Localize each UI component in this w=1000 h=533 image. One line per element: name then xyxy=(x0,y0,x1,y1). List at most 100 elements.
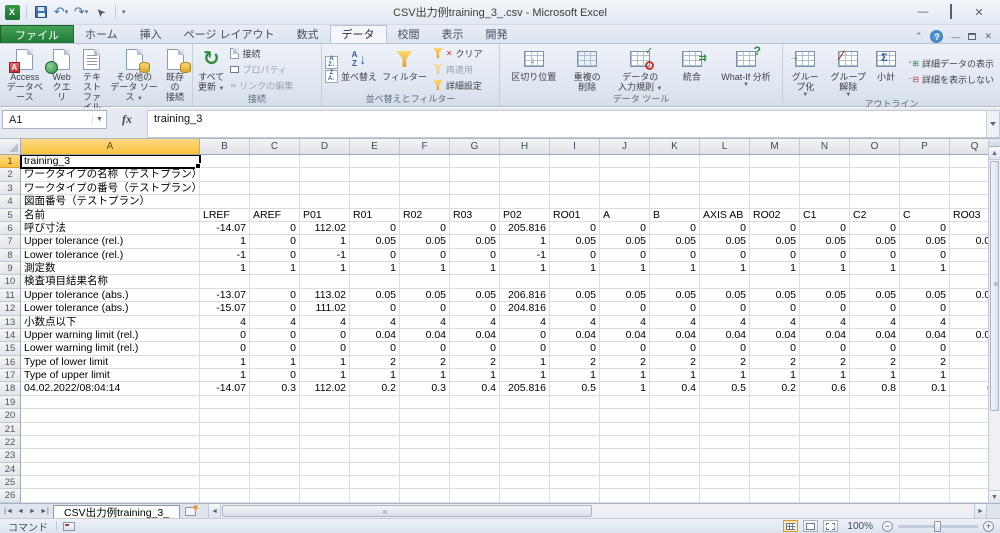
text-to-columns-button[interactable]: ↓ 区切り位置 xyxy=(509,45,558,93)
subtotal-button[interactable]: Σ 小計 xyxy=(872,45,900,98)
cell-P7[interactable]: 0.05 xyxy=(900,235,950,249)
cell-A14[interactable]: Upper warning limit (rel.) xyxy=(21,328,200,343)
cell-I8[interactable]: 0 xyxy=(550,248,600,262)
cell-B11[interactable]: -13.07 xyxy=(200,288,250,303)
cell-D3[interactable] xyxy=(300,181,350,196)
cell-H22[interactable] xyxy=(500,435,550,450)
cell-A26[interactable] xyxy=(21,489,200,503)
cell-C4[interactable] xyxy=(250,195,300,209)
cell-D25[interactable] xyxy=(300,476,350,490)
cell-B20[interactable] xyxy=(200,409,250,423)
cell-O12[interactable]: 0 xyxy=(850,302,900,316)
cell-E5[interactable]: R01 xyxy=(350,208,400,222)
row-header-17[interactable]: 17 xyxy=(0,369,21,383)
cell-I4[interactable] xyxy=(550,195,600,209)
cell-F11[interactable]: 0.05 xyxy=(400,288,450,303)
cell-N25[interactable] xyxy=(800,476,850,490)
cell-E20[interactable] xyxy=(350,409,400,423)
cell-G25[interactable] xyxy=(450,476,500,490)
consolidate-button[interactable]: ⇉ 統合 xyxy=(678,45,707,93)
cell-J5[interactable]: A xyxy=(600,208,650,222)
cell-O7[interactable]: 0.05 xyxy=(850,235,900,249)
cell-C25[interactable] xyxy=(250,476,300,490)
cell-G19[interactable] xyxy=(450,395,500,410)
insert-function-button[interactable]: fx xyxy=(122,112,132,127)
cell-A13[interactable]: 小数点以下 xyxy=(21,315,200,329)
cell-A23[interactable] xyxy=(21,449,200,463)
cell-P13[interactable]: 4 xyxy=(900,315,950,329)
cell-B15[interactable]: 0 xyxy=(200,342,250,356)
cell-P24[interactable] xyxy=(900,462,950,476)
cell-M9[interactable]: 1 xyxy=(750,262,800,276)
cell-A12[interactable]: Lower tolerance (abs.) xyxy=(21,302,200,316)
cell-K10[interactable] xyxy=(650,275,700,289)
cell-C22[interactable] xyxy=(250,435,300,450)
cell-N19[interactable] xyxy=(800,395,850,410)
cell-F9[interactable]: 1 xyxy=(400,262,450,276)
cell-L5[interactable]: AXIS AB xyxy=(700,208,750,222)
cell-O8[interactable]: 0 xyxy=(850,248,900,262)
cell-K9[interactable]: 1 xyxy=(650,262,700,276)
cell-G11[interactable]: 0.05 xyxy=(450,288,500,303)
cell-O13[interactable]: 4 xyxy=(850,315,900,329)
select-all-button[interactable] xyxy=(0,139,21,154)
cell-J23[interactable] xyxy=(600,449,650,463)
cell-O11[interactable]: 0.05 xyxy=(850,288,900,303)
collapse-ribbon-button[interactable]: ⌃ xyxy=(915,31,923,42)
cell-F13[interactable]: 4 xyxy=(400,315,450,329)
show-detail-button[interactable]: ⁺⊞ 詳細データの表示 xyxy=(905,56,997,71)
cell-M23[interactable] xyxy=(750,449,800,463)
cell-E17[interactable]: 1 xyxy=(350,369,400,383)
scroll-track[interactable] xyxy=(593,504,974,518)
cell-F15[interactable]: 0 xyxy=(400,342,450,356)
cell-N7[interactable]: 0.05 xyxy=(800,235,850,249)
cell-J3[interactable] xyxy=(600,181,650,196)
cell-H17[interactable]: 1 xyxy=(500,369,550,383)
cell-E11[interactable]: 0.05 xyxy=(350,288,400,303)
cell-M10[interactable] xyxy=(750,275,800,289)
cell-G6[interactable]: 0 xyxy=(450,221,500,236)
name-box-dropdown[interactable]: ▼ xyxy=(92,116,106,123)
cell-M25[interactable] xyxy=(750,476,800,490)
help-button[interactable]: ? xyxy=(930,30,944,43)
column-header-F[interactable]: F xyxy=(400,139,450,154)
cell-I16[interactable]: 2 xyxy=(550,355,600,369)
cell-G18[interactable]: 0.4 xyxy=(450,382,500,396)
cell-O16[interactable]: 2 xyxy=(850,355,900,369)
cell-D18[interactable]: 112.02 xyxy=(300,382,350,396)
sort-descending-button[interactable]: Z A↓ xyxy=(325,69,338,83)
cell-G9[interactable]: 1 xyxy=(450,262,500,276)
cell-I7[interactable]: 0.05 xyxy=(550,235,600,249)
cell-J11[interactable]: 0.05 xyxy=(600,288,650,303)
cell-K20[interactable] xyxy=(650,409,700,423)
horizontal-scroll-thumb[interactable] xyxy=(222,505,593,517)
cell-I25[interactable] xyxy=(550,476,600,490)
cell-K24[interactable] xyxy=(650,462,700,476)
cell-A6[interactable]: 呼び寸法 xyxy=(21,221,200,236)
cell-C12[interactable]: 0 xyxy=(250,302,300,316)
cell-I20[interactable] xyxy=(550,409,600,423)
cell-N23[interactable] xyxy=(800,449,850,463)
cell-E4[interactable] xyxy=(350,195,400,209)
cell-N10[interactable] xyxy=(800,275,850,289)
cell-P2[interactable] xyxy=(900,168,950,182)
horizontal-scrollbar[interactable]: ◄ ► xyxy=(208,504,986,518)
tab-formulas[interactable]: 数式 xyxy=(286,25,330,43)
cell-A18[interactable]: 04.02.2022/08:04:14 xyxy=(21,382,200,396)
cell-O1[interactable] xyxy=(850,155,900,169)
text-file-button[interactable]: テキスト ファイル xyxy=(77,45,108,112)
row-header-2[interactable]: 2 xyxy=(0,168,21,182)
cell-D1[interactable] xyxy=(300,155,350,169)
cell-I14[interactable]: 0.04 xyxy=(550,328,600,343)
cell-M26[interactable] xyxy=(750,489,800,503)
pointer-button[interactable]: ➤ xyxy=(93,4,109,20)
cell-P8[interactable]: 0 xyxy=(900,248,950,262)
next-sheet-button[interactable]: ► xyxy=(27,508,38,515)
cell-L21[interactable] xyxy=(700,422,750,436)
cell-K6[interactable]: 0 xyxy=(650,221,700,236)
cell-H6[interactable]: 205.816 xyxy=(500,221,550,236)
cell-D13[interactable]: 4 xyxy=(300,315,350,329)
cell-L16[interactable]: 2 xyxy=(700,355,750,369)
cell-B13[interactable]: 4 xyxy=(200,315,250,329)
cell-H11[interactable]: 206.816 xyxy=(500,288,550,303)
